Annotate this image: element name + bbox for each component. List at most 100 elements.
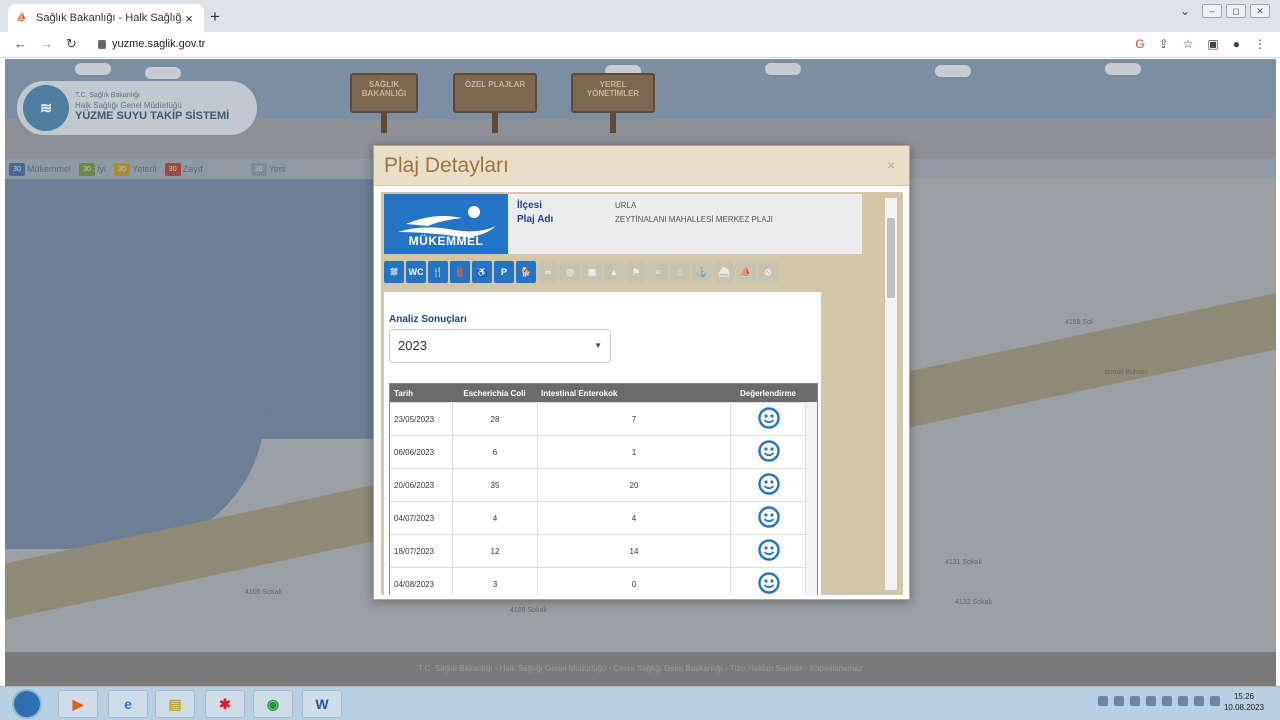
window-controls: ⌄ – ◻ ✕ bbox=[1180, 4, 1270, 18]
wheelchair-icon[interactable]: ♿ bbox=[472, 261, 492, 283]
cell-evaluation bbox=[730, 568, 806, 595]
parking-icon[interactable]: P bbox=[494, 261, 514, 283]
tab-search-chevron-icon[interactable]: ⌄ bbox=[1180, 4, 1190, 18]
browser-tab[interactable]: ⛵ Sağlık Bakanlığı - Halk Sağlığı Ge × bbox=[8, 4, 204, 32]
anchor-icon[interactable]: ⚓ bbox=[692, 261, 712, 283]
minimize-button[interactable]: – bbox=[1202, 4, 1222, 18]
media-player-icon[interactable]: ▶ bbox=[58, 690, 98, 718]
reload-icon[interactable]: ↻ bbox=[66, 36, 77, 52]
sidepanel-icon[interactable]: ▣ bbox=[1207, 37, 1218, 51]
year-select[interactable]: 2023 ▼ bbox=[389, 329, 611, 363]
wave-icon[interactable]: ≈ bbox=[648, 261, 668, 283]
lifebuoy-icon[interactable]: ◎ bbox=[560, 261, 580, 283]
smoke-free-icon[interactable]: ⊘ bbox=[758, 261, 778, 283]
tent-icon[interactable]: ⌂ bbox=[670, 261, 690, 283]
jetski-icon[interactable]: ⛵ bbox=[736, 261, 756, 283]
tray-icon[interactable] bbox=[1130, 696, 1140, 706]
cell-evaluation bbox=[730, 535, 806, 567]
legend-label: İyi bbox=[97, 164, 107, 174]
smiley-icon bbox=[757, 473, 780, 497]
dropdown-caret-icon: ▼ bbox=[594, 341, 602, 350]
new-tab-button[interactable]: + bbox=[210, 7, 220, 27]
smiley-icon bbox=[757, 440, 780, 464]
modal-scrollbar[interactable] bbox=[885, 198, 897, 590]
camera-icon[interactable]: ▣ bbox=[582, 261, 602, 283]
legend-swatch: 30 bbox=[250, 162, 267, 176]
sign-saglik-bakanligi[interactable]: SAĞLIK BAKANLIĞI bbox=[350, 73, 418, 133]
taskbar-clock[interactable]: 15:26 10.08.2023 bbox=[1224, 691, 1264, 713]
table-body: 23/05/2023 28 7 06/06/2023 6 1 20/06/2023 35 20 0… bbox=[390, 402, 817, 595]
tray-icon[interactable] bbox=[1114, 696, 1124, 706]
maximize-button[interactable]: ◻ bbox=[1226, 4, 1246, 18]
sign-ozel-plajlar[interactable]: ÖZEL PLAJLAR bbox=[453, 73, 537, 133]
header-evaluation: Değerlendirme bbox=[739, 388, 797, 398]
bookmark-star-icon[interactable]: ☆ bbox=[1183, 37, 1194, 51]
wc-icon[interactable]: WC bbox=[406, 261, 426, 283]
cell-evaluation bbox=[730, 469, 806, 501]
cell-enterococcus: 1 bbox=[537, 436, 730, 468]
tab-close-icon[interactable]: × bbox=[182, 11, 196, 26]
page-footer: T.C. Sağlık Bakanlığı - Halk Sağlığı Gen… bbox=[5, 652, 1276, 686]
boat-icon[interactable]: ⛴ bbox=[714, 261, 734, 283]
cell-ecoli: 3 bbox=[452, 568, 537, 595]
binoculars-icon[interactable]: ∞ bbox=[538, 261, 558, 283]
cell-evaluation bbox=[730, 502, 806, 534]
sign-label: ÖZEL PLAJLAR bbox=[464, 80, 526, 89]
modal-close-icon[interactable]: × bbox=[887, 157, 895, 173]
table-scrollbar[interactable] bbox=[805, 402, 817, 595]
app-icon[interactable]: ✱ bbox=[205, 690, 245, 718]
menu-kebab-icon[interactable]: ⋮ bbox=[1254, 37, 1266, 51]
cell-ecoli: 28 bbox=[452, 403, 537, 435]
forward-icon[interactable]: → bbox=[40, 36, 53, 51]
sign-yerel-yonetimler[interactable]: YEREL YÖNETİMLER bbox=[571, 73, 655, 133]
tray-icon[interactable] bbox=[1178, 696, 1188, 706]
shower-icon[interactable]: ⛆ bbox=[384, 261, 404, 283]
word-icon[interactable]: W bbox=[302, 690, 342, 718]
legend-label: Yeterli bbox=[132, 164, 157, 174]
file-explorer-icon[interactable]: ▤ bbox=[155, 690, 195, 718]
site-logo[interactable]: ≋ T.C. Sağlık Bakanlığı Halk Sağlığı Gen… bbox=[17, 81, 257, 135]
map-water bbox=[5, 179, 385, 439]
start-button[interactable] bbox=[12, 689, 42, 719]
pets-icon[interactable]: 🐕 bbox=[516, 261, 536, 283]
back-icon[interactable]: ← bbox=[14, 36, 27, 51]
street-label: 4109 Sokak bbox=[510, 607, 547, 614]
close-window-button[interactable]: ✕ bbox=[1250, 4, 1270, 18]
legend-item[interactable]: 30 Zayıf bbox=[164, 162, 203, 176]
restaurant-icon[interactable]: 🍴 bbox=[428, 261, 448, 283]
cell-enterococcus: 7 bbox=[537, 403, 730, 435]
quality-label: MÜKEMMEL bbox=[408, 234, 484, 248]
logo-system-name: YÜZME SUYU TAKİP SİSTEMİ bbox=[75, 110, 230, 123]
lifeguard-icon[interactable]: ▲ bbox=[604, 261, 624, 283]
flag-icon[interactable]: ⚑ bbox=[626, 261, 646, 283]
profile-icon[interactable]: ● bbox=[1233, 37, 1240, 51]
swimmer-icon bbox=[398, 206, 496, 237]
tray-icon[interactable] bbox=[1098, 696, 1108, 706]
clock-date: 10.08.2023 bbox=[1223, 703, 1264, 713]
volume-icon[interactable] bbox=[1210, 696, 1220, 706]
street-label: 4105 Sokak bbox=[245, 589, 282, 596]
tray-icon[interactable] bbox=[1162, 696, 1172, 706]
cell-date: 18/07/2023 bbox=[394, 546, 435, 556]
legend-label: Zayıf bbox=[182, 164, 203, 174]
legend-item[interactable]: 30 İyi bbox=[79, 162, 107, 176]
street-label: İsmail Bulvarı bbox=[1105, 369, 1148, 376]
cell-enterococcus: 0 bbox=[537, 568, 730, 595]
url-field[interactable]: yuzme.saglik.gov.tr bbox=[98, 38, 205, 50]
scrollbar-thumb[interactable] bbox=[887, 218, 895, 298]
internet-explorer-icon[interactable]: e bbox=[108, 690, 148, 718]
cloud-decoration bbox=[1105, 63, 1141, 75]
chrome-icon[interactable]: ◉ bbox=[253, 690, 293, 718]
legend-item[interactable]: 30 Mükemmel bbox=[9, 162, 72, 176]
legend-swatch: 30 bbox=[79, 162, 96, 176]
tray-icon[interactable] bbox=[1146, 696, 1156, 706]
share-icon[interactable]: ⇪ bbox=[1159, 37, 1169, 51]
modal-body: MÜKEMMEL İlçesi URLA Plaj Adı ZEYTİNALAN… bbox=[381, 192, 903, 595]
legend-item[interactable]: 30 Yeterli bbox=[114, 162, 157, 176]
changing-room-icon[interactable]: 🚪 bbox=[450, 261, 470, 283]
legend-label: Mükemmel bbox=[27, 164, 72, 174]
tray-icon[interactable] bbox=[1194, 696, 1204, 706]
legend-item[interactable]: 30 Yeni bbox=[250, 162, 286, 176]
google-icon[interactable]: G bbox=[1135, 37, 1144, 51]
street-label: 4155 Sol bbox=[1065, 319, 1093, 326]
